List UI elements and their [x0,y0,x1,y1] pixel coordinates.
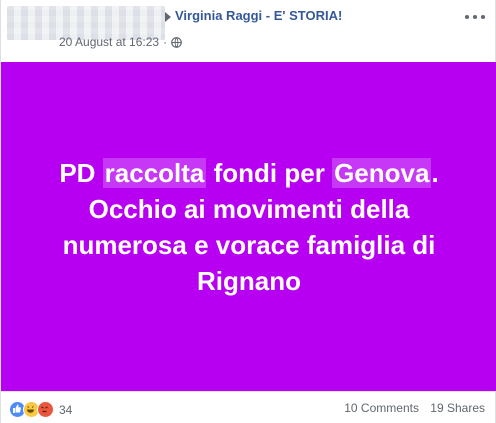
post-footer: 34 10 Comments 19 Shares [1,391,495,423]
post-text-part: fondi per [206,157,333,188]
meta-separator: · [163,35,168,49]
highlighted-word: Genova [332,157,432,188]
arrow-right-icon [165,12,171,22]
shares-count-link[interactable]: 19 Shares [430,401,485,415]
post-stats: 10 Comments 19 Shares [336,401,485,415]
globe-icon[interactable] [171,36,182,48]
post-text-part: PD [59,157,103,188]
post-text: PD raccolta fondi per Genova. Occhio ai … [29,155,469,299]
post-date[interactable]: 20 August at 16:23 [59,35,159,49]
reaction-count[interactable]: 34 [59,403,72,417]
reactions-summary[interactable]: 34 [9,401,72,418]
group-name-link[interactable]: Virginia Raggi - E' STORIA! [175,8,342,23]
post-card: Virginia Raggi - E' STORIA! 20 August at… [0,0,496,423]
post-header: Virginia Raggi - E' STORIA! 20 August at… [1,0,495,62]
more-options-icon[interactable] [465,10,485,24]
angry-icon [37,401,54,418]
comments-count-link[interactable]: 10 Comments [344,401,419,415]
highlighted-word: raccolta [102,157,207,188]
post-meta: 20 August at 16:23 · [59,35,182,49]
post-background: PD raccolta fondi per Genova. Occhio ai … [1,62,496,391]
